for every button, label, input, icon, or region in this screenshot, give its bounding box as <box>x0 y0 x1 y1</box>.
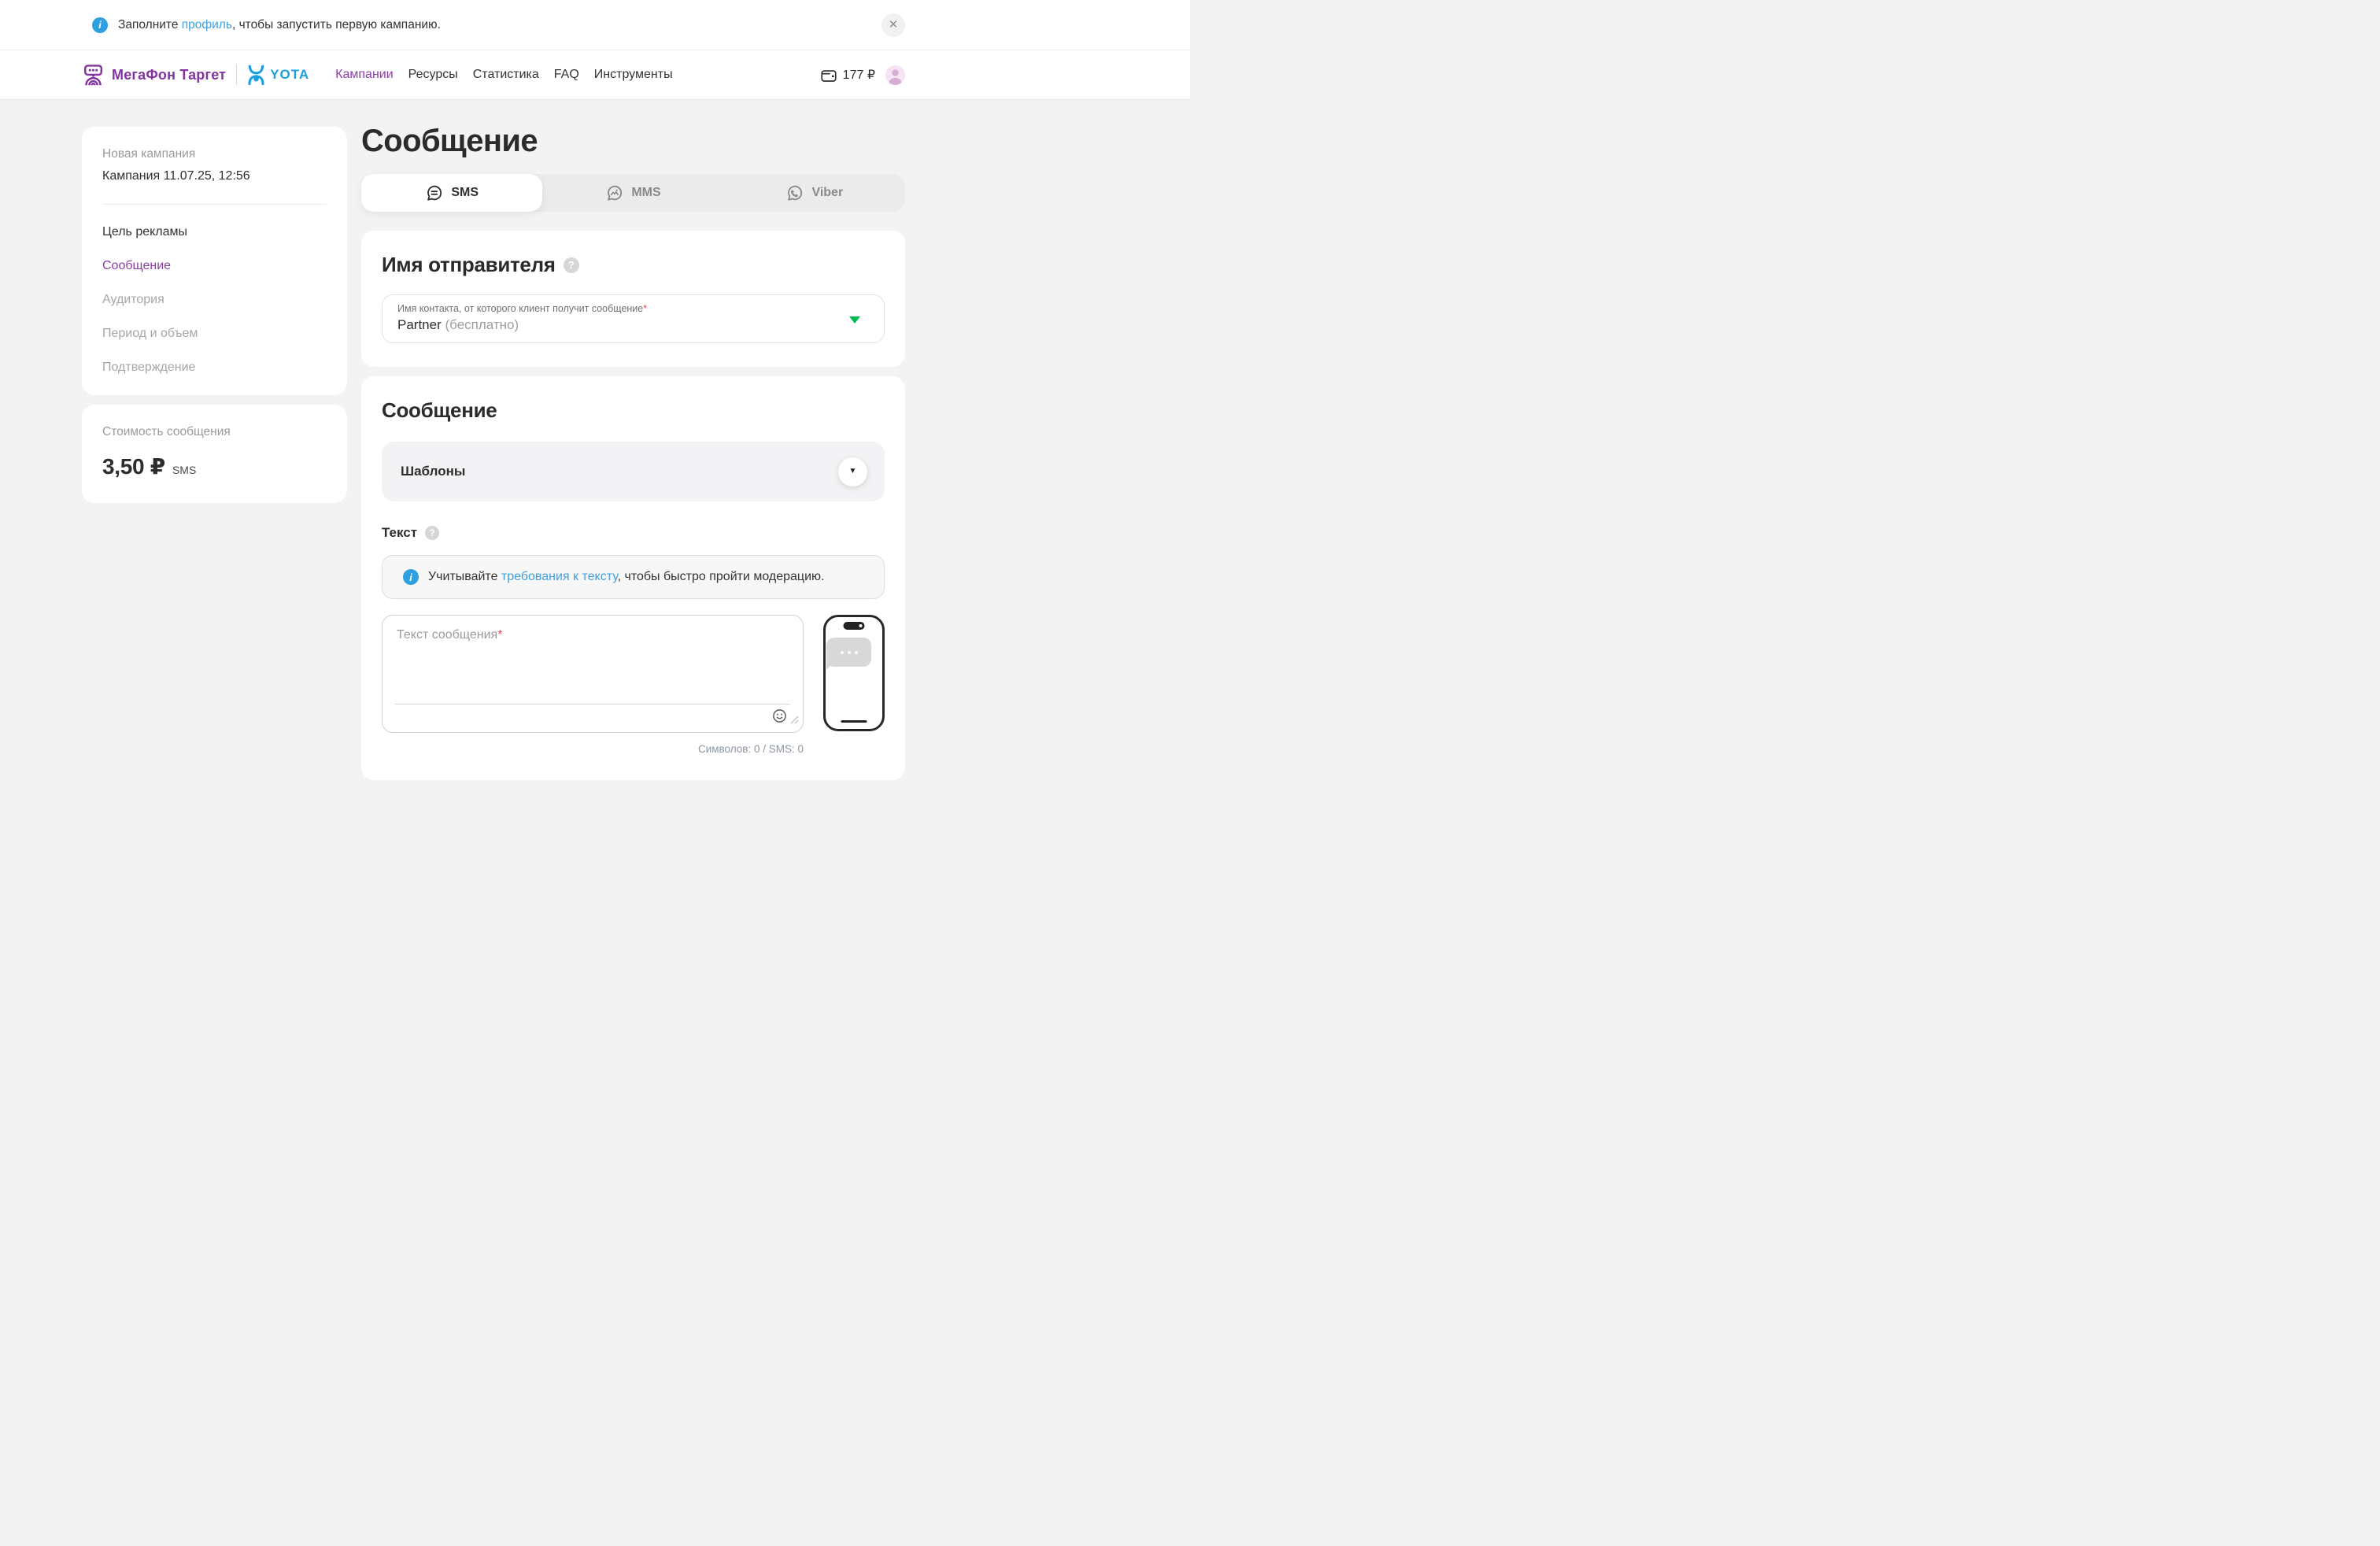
campaign-type-label: Новая кампания <box>102 147 327 161</box>
text-label: Текст <box>382 525 417 541</box>
banner-close-button[interactable]: ✕ <box>881 13 905 37</box>
yota-logo[interactable]: YOTA <box>247 65 309 85</box>
message-bubble-preview <box>826 638 871 667</box>
step-message[interactable]: Сообщение <box>102 259 327 273</box>
mms-bubble-icon <box>605 184 623 202</box>
banner-text: Заполните профиль, чтобы запустить перву… <box>118 18 441 32</box>
placeholder-required-mark: * <box>497 628 502 642</box>
tab-mms[interactable]: MMS <box>542 174 723 212</box>
note-prefix: Учитывайте <box>428 570 501 583</box>
banner-text-prefix: Заполните <box>118 18 182 31</box>
sender-field-label-text: Имя контакта, от которого клиент получит… <box>397 303 643 314</box>
viber-bubble-icon <box>785 184 804 202</box>
help-icon[interactable]: ? <box>564 257 579 273</box>
resize-handle-icon[interactable] <box>789 714 799 728</box>
phone-home-indicator <box>841 720 867 723</box>
sidebar: Новая кампания Кампания 11.07.25, 12:56 … <box>82 127 347 503</box>
phone-island <box>844 622 865 630</box>
campaign-steps-card: Новая кампания Кампания 11.07.25, 12:56 … <box>82 127 347 395</box>
profile-link[interactable]: профиль <box>182 18 232 31</box>
content: Новая кампания Кампания 11.07.25, 12:56 … <box>82 100 905 780</box>
templates-label: Шаблоны <box>401 464 465 479</box>
nav-item-tools[interactable]: Инструменты <box>594 68 673 82</box>
main-nav: Кампании Ресурсы Статистика FAQ Инструме… <box>335 68 672 82</box>
sender-value-note: (бесплатно) <box>445 317 519 332</box>
sender-field-label: Имя контакта, от которого клиент получит… <box>397 303 843 314</box>
chevron-down-icon: ▼ <box>849 468 857 475</box>
nav-item-resources[interactable]: Ресурсы <box>408 68 458 82</box>
message-card: Сообщение Шаблоны ▼ Текст ? i Учитывайте… <box>361 376 905 780</box>
step-goal[interactable]: Цель рекламы <box>102 225 327 239</box>
top-banner: i Заполните профиль, чтобы запустить пер… <box>0 0 1190 50</box>
phone-mockup <box>823 615 885 731</box>
step-audience: Аудитория <box>102 293 327 307</box>
cost-unit: SMS <box>172 464 196 476</box>
banner-text-suffix: , чтобы запустить первую кампанию. <box>232 18 441 31</box>
note-info-icon: i <box>403 569 419 585</box>
brand-name: МегаФон Таргет <box>112 67 226 83</box>
nav-item-faq[interactable]: FAQ <box>554 68 579 82</box>
main-panel: Сообщение SMS MMS <box>361 127 905 780</box>
yota-wordmark: YOTA <box>270 67 309 83</box>
user-icon <box>885 65 905 85</box>
message-placeholder: Текст сообщения* <box>397 628 502 642</box>
moderation-note: i Учитывайте требования к тексту, чтобы … <box>382 555 885 599</box>
close-icon: ✕ <box>889 19 899 31</box>
brand-divider <box>236 65 237 85</box>
balance-value: 177 ₽ <box>843 67 875 83</box>
tab-viber-label: Viber <box>811 186 843 200</box>
info-icon: i <box>92 17 108 33</box>
yota-person-icon <box>247 65 265 85</box>
required-mark: * <box>643 303 647 314</box>
campaign-name: Кампания 11.07.25, 12:56 <box>102 169 327 183</box>
emoji-button[interactable] <box>772 708 787 726</box>
message-heading: Сообщение <box>382 398 497 423</box>
divider <box>102 204 327 205</box>
page-title: Сообщение <box>361 124 905 158</box>
avatar[interactable] <box>885 65 905 85</box>
char-sms-counter: Символов: 0 / SMS: 0 <box>698 743 804 755</box>
dropdown-arrow-icon <box>849 316 860 324</box>
note-suffix: , чтобы быстро пройти модерацию. <box>618 570 825 583</box>
templates-expand-button[interactable]: ▼ <box>838 457 867 486</box>
sender-value: Partner (бесплатно) <box>397 317 843 333</box>
note-text: Учитывайте требования к тексту, чтобы бы… <box>428 570 824 584</box>
app-header: МегаФон Таргет YOTA Кампании Ресурсы Ста… <box>0 50 1190 100</box>
megafon-target-logo[interactable]: МегаФон Таргет <box>82 64 226 87</box>
channel-tabs: SMS MMS Viber <box>361 174 905 212</box>
tab-sms[interactable]: SMS <box>361 174 542 212</box>
emoji-icon <box>772 708 787 723</box>
tab-sms-label: SMS <box>451 186 479 200</box>
sender-name-card: Имя отправителя ? Имя контакта, от котор… <box>361 231 905 367</box>
text-help-icon[interactable]: ? <box>425 526 439 540</box>
cost-value: 3,50 ₽ <box>102 453 165 479</box>
sms-bubble-icon <box>425 184 443 202</box>
steps-list: Цель рекламы Сообщение Аудитория Период … <box>102 225 327 375</box>
sender-heading: Имя отправителя <box>382 253 556 277</box>
message-text-input[interactable]: Текст сообщения* <box>382 615 804 733</box>
tab-mms-label: MMS <box>631 186 660 200</box>
textarea-divider <box>395 704 790 705</box>
sender-select[interactable]: Имя контакта, от которого клиент получит… <box>382 294 885 343</box>
step-period: Период и объем <box>102 327 327 341</box>
text-requirements-link[interactable]: требования к тексту <box>501 570 618 583</box>
sender-value-name: Partner <box>397 317 442 332</box>
placeholder-text: Текст сообщения <box>397 628 497 642</box>
megafon-mask-icon <box>82 64 105 87</box>
message-cost-card: Стоимость сообщения 3,50 ₽ SMS <box>82 405 347 503</box>
tab-viber[interactable]: Viber <box>724 174 905 212</box>
nav-item-statistics[interactable]: Статистика <box>473 68 539 82</box>
templates-accordion[interactable]: Шаблоны ▼ <box>382 442 885 501</box>
balance-button[interactable]: 177 ₽ <box>821 67 875 83</box>
wallet-icon <box>821 68 837 83</box>
nav-item-campaigns[interactable]: Кампании <box>335 68 394 82</box>
step-confirmation: Подтверждение <box>102 361 327 375</box>
cost-title: Стоимость сообщения <box>102 425 327 439</box>
